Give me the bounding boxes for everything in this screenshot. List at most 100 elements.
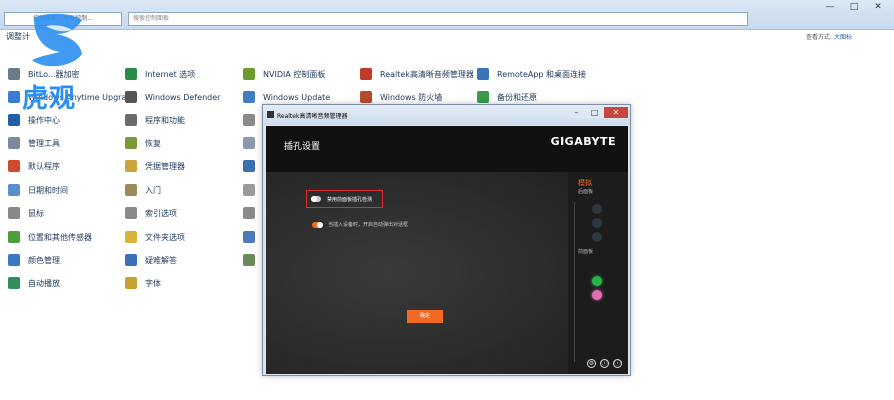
cp-item-folder-options[interactable]: 文件夹选项: [125, 229, 185, 245]
minimize-button[interactable]: —: [818, 0, 842, 14]
cp-item-col3-row4[interactable]: [243, 135, 263, 151]
backup-icon: [477, 91, 489, 103]
cp-item-date-time[interactable]: 日期和时间: [8, 182, 68, 198]
flag-icon: [8, 114, 20, 126]
cp-item-nvidia[interactable]: NVIDIA 控制面板: [243, 66, 325, 82]
rear-jack-3[interactable]: [592, 232, 602, 242]
realtek-window: Realtek高清晰音频管理器 – □ ✕ 插孔设置 GIGABYTE 禁用前面…: [262, 104, 631, 376]
recovery-icon: [125, 137, 137, 149]
settings-icon[interactable]: ⚙: [587, 359, 596, 368]
disable-front-jack-label: 禁用前面板插孔检测: [327, 197, 373, 203]
cp-item-label: RemoteApp 和桌面连接: [497, 69, 587, 79]
cp-item-internet-options[interactable]: Internet 选项: [125, 66, 195, 82]
jack-settings-panel: 禁用前面板插孔检测 当插入设备时，开启自动弹出对话框 确定: [266, 172, 568, 374]
clock-icon: [8, 184, 20, 196]
cp-item-label: 恢复: [145, 138, 161, 148]
cp-item-label: 入门: [145, 185, 161, 195]
cp-item-windows-defender[interactable]: Windows Defender: [125, 89, 220, 105]
users-icon: [243, 254, 255, 266]
view-mode-dropdown[interactable]: 大图标: [834, 34, 852, 41]
globe-icon: [125, 68, 137, 80]
cp-item-label: NVIDIA 控制面板: [263, 69, 326, 79]
auto-popup-option[interactable]: 当插入设备时，开启自动弹出对话框: [312, 221, 408, 228]
cp-item-credential-manager[interactable]: 凭据管理器: [125, 158, 185, 174]
realtek-window-controls: – □ ✕: [568, 107, 628, 118]
rear-jack-2[interactable]: [592, 218, 602, 228]
ok-button[interactable]: 确定: [407, 310, 443, 323]
disable-front-jack-option[interactable]: 禁用前面板插孔检测: [306, 190, 383, 208]
realtek-body: 插孔设置 GIGABYTE 禁用前面板插孔检测 当插入设备时，开启自动弹出对话框…: [266, 126, 628, 374]
cp-item-remoteapp[interactable]: RemoteApp 和桌面连接: [477, 66, 586, 82]
cp-item-windows-update[interactable]: Windows Update: [243, 89, 330, 105]
realtek-title-bar[interactable]: Realtek高清晰音频管理器 – □ ✕: [263, 105, 630, 125]
search-input[interactable]: 搜索控制面板: [128, 12, 748, 26]
credential-icon: [125, 160, 137, 172]
cp-item-getting-started[interactable]: 入门: [125, 182, 161, 198]
screen: 控制面板 › 所有控制... 搜索控制面板 — □ ✕ 调整计 查看方式: 大图…: [0, 0, 894, 400]
info-icon[interactable]: ⓘ: [613, 359, 622, 368]
cp-item-realtek[interactable]: Realtek高清晰音频管理器: [360, 66, 474, 82]
cp-item-label: 自动播放: [28, 278, 60, 288]
device-icon: [243, 184, 255, 196]
close-button[interactable]: ✕: [866, 0, 890, 14]
front-panel-label: 前面板: [578, 249, 594, 255]
cp-item-label: 操作中心: [28, 115, 60, 125]
wrench-icon[interactable]: ⓘ: [600, 359, 609, 368]
auto-popup-toggle[interactable]: [312, 221, 323, 228]
cp-item-label: 管理工具: [28, 138, 60, 148]
cp-item-default-programs[interactable]: 默认程序: [8, 158, 60, 174]
realtek-minimize-button[interactable]: –: [568, 107, 585, 118]
cp-item-label: 日期和时间: [28, 185, 68, 195]
maximize-button[interactable]: □: [842, 0, 866, 14]
cp-item-backup-restore[interactable]: 备份和还原: [477, 89, 537, 105]
autoplay-icon: [8, 277, 20, 289]
keyboard-icon: [243, 207, 255, 219]
realtek-close-button[interactable]: ✕: [604, 107, 628, 118]
cp-item-col3-row8[interactable]: [243, 229, 263, 245]
realtek-window-title: Realtek高清晰音频管理器: [277, 113, 348, 120]
cp-item-recovery[interactable]: 恢复: [125, 135, 161, 151]
bitlocker-icon: [8, 68, 20, 80]
cp-item-label: Realtek高清晰音频管理器: [380, 69, 474, 79]
network-icon: [243, 160, 255, 172]
cp-item-label: 程序和功能: [145, 115, 185, 125]
cp-item-admin-tools[interactable]: 管理工具: [8, 135, 60, 151]
firewall-icon: [360, 91, 372, 103]
front-jack-green[interactable]: [592, 276, 602, 286]
rear-jack-1[interactable]: [592, 204, 602, 214]
cp-item-label: 字体: [145, 278, 161, 288]
remote-desktop-icon: [477, 68, 489, 80]
color-management-icon: [8, 254, 20, 266]
front-jack-pink[interactable]: [592, 290, 602, 300]
cp-item-fonts[interactable]: 字体: [125, 275, 161, 291]
side-title: 模拟: [578, 179, 592, 187]
cp-item-label: Windows Update: [263, 92, 331, 102]
realtek-app-icon: [267, 111, 274, 118]
cp-item-col3-row3[interactable]: [243, 112, 263, 128]
cp-item-label: Internet 选项: [145, 69, 196, 79]
cp-item-label: 疑难解答: [145, 255, 177, 265]
cp-item-col3-row6[interactable]: [243, 182, 263, 198]
cp-item-label: Windows Defender: [145, 92, 221, 102]
cp-item-programs-features[interactable]: 程序和功能: [125, 112, 185, 128]
cp-item-location-sensors[interactable]: 位置和其他传感器: [8, 229, 92, 245]
admin-tools-icon: [8, 137, 20, 149]
cp-item-firewall[interactable]: Windows 防火墙: [360, 89, 442, 105]
cp-item-col3-row9[interactable]: [243, 252, 263, 268]
cp-item-mouse[interactable]: 鼠标: [8, 205, 44, 221]
disable-front-jack-toggle[interactable]: [311, 196, 321, 202]
defender-icon: [125, 91, 137, 103]
cp-item-color-management[interactable]: 颜色管理: [8, 252, 60, 268]
side-divider: [574, 202, 575, 362]
cp-item-col3-row5[interactable]: [243, 158, 263, 174]
watermark-text: 虎观: [22, 84, 77, 114]
cp-item-autoplay[interactable]: 自动播放: [8, 275, 60, 291]
cp-item-col3-row7[interactable]: [243, 205, 263, 221]
cp-item-label: 凭据管理器: [145, 161, 185, 171]
getting-started-icon: [125, 184, 137, 196]
explorer-top-bar: 控制面板 › 所有控制... 搜索控制面板 — □ ✕: [0, 0, 894, 30]
default-programs-icon: [8, 160, 20, 172]
cp-item-indexing-options[interactable]: 索引选项: [125, 205, 177, 221]
realtek-maximize-button[interactable]: □: [586, 107, 603, 118]
cp-item-troubleshooting[interactable]: 疑难解答: [125, 252, 177, 268]
